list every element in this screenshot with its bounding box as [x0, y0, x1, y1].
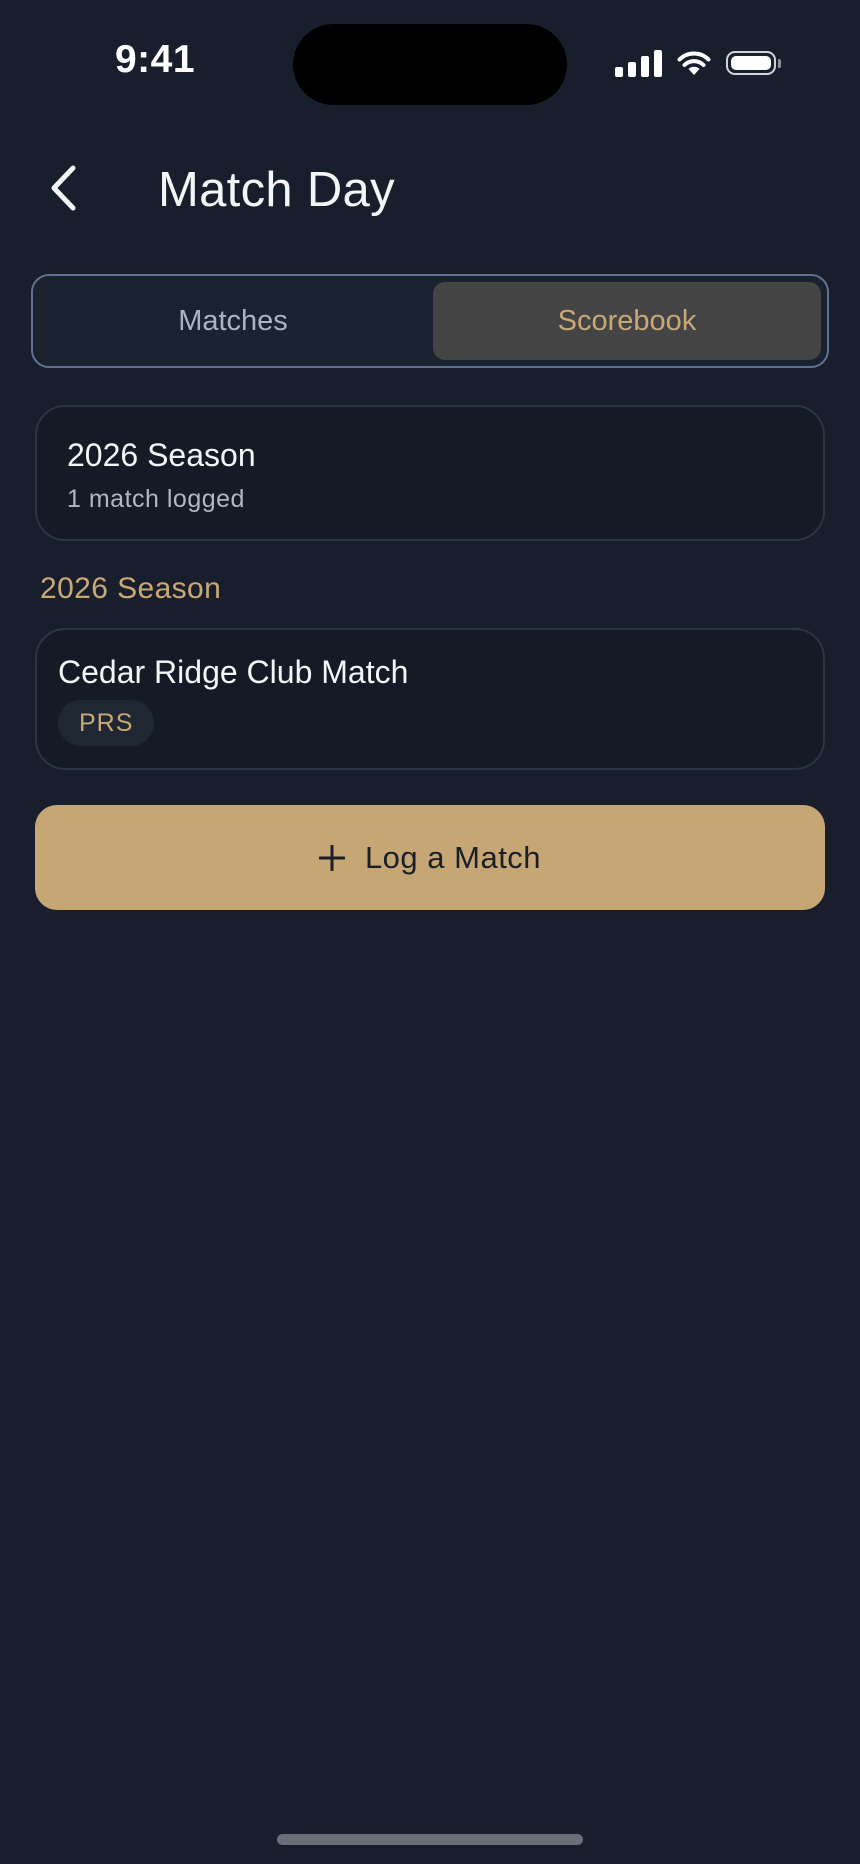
match-name: Cedar Ridge Club Match: [58, 654, 409, 690]
season-title: 2026 Season: [67, 437, 256, 473]
season-match-count: 1 match logged: [67, 485, 245, 513]
chevron-left-icon: [51, 165, 76, 211]
back-button[interactable]: [36, 160, 92, 216]
plus-icon: [318, 844, 345, 871]
segmented-control: Matches Scorebook: [31, 274, 829, 368]
battery-icon: [726, 51, 781, 75]
tab-matches[interactable]: Matches: [39, 282, 427, 360]
season-summary-card[interactable]: 2026 Season 1 match logged: [35, 405, 825, 541]
match-type-badge: PRS: [58, 700, 155, 746]
cellular-signal-icon: [615, 49, 662, 77]
home-indicator[interactable]: [277, 1834, 583, 1845]
status-icons: [615, 46, 781, 80]
match-card[interactable]: Cedar Ridge Club Match PRS: [35, 628, 825, 770]
page-title: Match Day: [158, 163, 395, 217]
nav-header: Match Day: [0, 140, 860, 240]
log-match-label: Log a Match: [364, 839, 542, 875]
status-bar: 9:41: [0, 0, 860, 128]
dynamic-island: [293, 24, 567, 105]
section-header: 2026 Season: [40, 572, 222, 605]
wifi-icon: [677, 51, 711, 75]
status-time: 9:41: [114, 38, 196, 81]
tab-scorebook[interactable]: Scorebook: [433, 282, 821, 360]
log-match-button[interactable]: Log a Match: [35, 805, 825, 910]
